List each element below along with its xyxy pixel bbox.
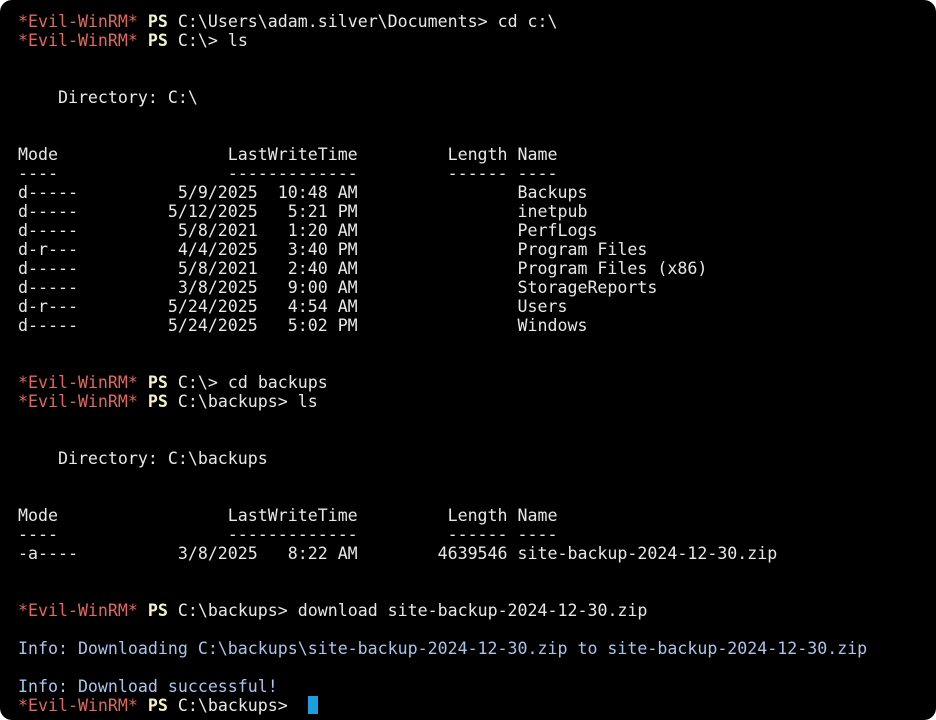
output-line: ---- ------------- ------ ---- [18, 525, 936, 544]
prompt-tag: *Evil-WinRM* [18, 696, 138, 715]
prompt-tag: *Evil-WinRM* [18, 373, 138, 392]
output-line: Mode LastWriteTime Length Name [18, 506, 936, 525]
terminal-cursor[interactable] [307, 696, 318, 714]
prompt-line: *Evil-WinRM* PS C:\backups> [18, 696, 936, 715]
prompt-line: *Evil-WinRM* PS C:\backups> download sit… [18, 601, 648, 620]
output-line: d----- 5/12/2025 5:21 PM inetpub [18, 202, 936, 221]
info-text: Info: Download successful! [18, 677, 278, 696]
output-text: d----- 5/8/2021 2:40 AM Program Files (x… [18, 259, 708, 278]
output-line: d----- 5/8/2021 2:40 AM Program Files (x… [18, 259, 936, 278]
info-line: Info: Download successful! [18, 677, 936, 696]
output-text: -a---- 3/8/2025 8:22 AM 4639546 site-bac… [18, 544, 778, 563]
prompt-ps: PS [147, 31, 168, 50]
prompt-tag: *Evil-WinRM* [18, 601, 138, 620]
prompt-tag: *Evil-WinRM* [18, 392, 138, 411]
info-text: Info: Downloading C:\backups\site-backup… [18, 639, 868, 658]
output-line: d-r--- 4/4/2025 3:40 PM Program Files [18, 240, 936, 259]
terminal-window[interactable]: *Evil-WinRM* PS C:\Users\adam.silver\Doc… [0, 0, 936, 720]
prompt-line: *Evil-WinRM* PS C:\backups> ls [18, 392, 318, 411]
output-text: Mode LastWriteTime Length Name [18, 506, 558, 525]
prompt-line: *Evil-WinRM* PS C:\> ls [18, 31, 248, 50]
output-text: Directory: C:\backups [18, 449, 268, 468]
output-text: ---- ------------- ------ ---- [18, 164, 558, 183]
command-text: ls [227, 31, 248, 50]
prompt-ps: PS [147, 601, 168, 620]
prompt-ps: PS [147, 696, 168, 715]
prompt-line: *Evil-WinRM* PS C:\Users\adam.silver\Doc… [18, 12, 558, 31]
output-text: d----- 3/8/2025 9:00 AM StorageReports [18, 278, 658, 297]
output-text: d----- 5/9/2025 10:48 AM Backups [18, 183, 588, 202]
prompt-ps: PS [147, 12, 168, 31]
prompt-tag: *Evil-WinRM* [18, 31, 138, 50]
prompt-tag: *Evil-WinRM* [18, 12, 138, 31]
command-text: download site-backup-2024-12-30.zip [297, 601, 648, 620]
output-text: d----- 5/8/2021 1:20 AM PerfLogs [18, 221, 598, 240]
command-text: cd backups [227, 373, 328, 392]
output-line: ---- ------------- ------ ---- [18, 164, 936, 183]
prompt-path: C:\Users\adam.silver\Documents [177, 12, 478, 31]
prompt-path: C:\backups [177, 696, 278, 715]
output-text: Directory: C:\ [18, 88, 198, 107]
prompt-path: C:\backups [177, 392, 278, 411]
prompt-path: C:\ [177, 31, 208, 50]
output-line: d----- 5/24/2025 5:02 PM Windows [18, 316, 936, 335]
output-line: Mode LastWriteTime Length Name [18, 145, 936, 164]
info-line: Info: Downloading C:\backups\site-backup… [18, 639, 936, 658]
output-line: Directory: C:\ [18, 88, 936, 107]
output-text: Mode LastWriteTime Length Name [18, 145, 558, 164]
output-line: d----- 5/9/2025 10:48 AM Backups [18, 183, 936, 202]
terminal-output: *Evil-WinRM* PS C:\Users\adam.silver\Doc… [18, 12, 936, 715]
command-text: cd c:\ [497, 12, 558, 31]
prompt-ps: PS [147, 392, 168, 411]
prompt-line: *Evil-WinRM* PS C:\> cd backups [18, 373, 328, 392]
output-text: d----- 5/24/2025 5:02 PM Windows [18, 316, 588, 335]
output-line: Directory: C:\backups [18, 449, 936, 468]
output-line: -a---- 3/8/2025 8:22 AM 4639546 site-bac… [18, 544, 936, 563]
output-text: d-r--- 4/4/2025 3:40 PM Program Files [18, 240, 648, 259]
prompt-ps: PS [147, 373, 168, 392]
command-text: ls [297, 392, 318, 411]
output-text: ---- ------------- ------ ---- [18, 525, 558, 544]
prompt-path: C:\backups [177, 601, 278, 620]
output-text: d-r--- 5/24/2025 4:54 AM Users [18, 297, 568, 316]
prompt-path: C:\ [177, 373, 208, 392]
output-text: d----- 5/12/2025 5:21 PM inetpub [18, 202, 588, 221]
output-line: d----- 5/8/2021 1:20 AM PerfLogs [18, 221, 936, 240]
output-line: d----- 3/8/2025 9:00 AM StorageReports [18, 278, 936, 297]
output-line: d-r--- 5/24/2025 4:54 AM Users [18, 297, 936, 316]
